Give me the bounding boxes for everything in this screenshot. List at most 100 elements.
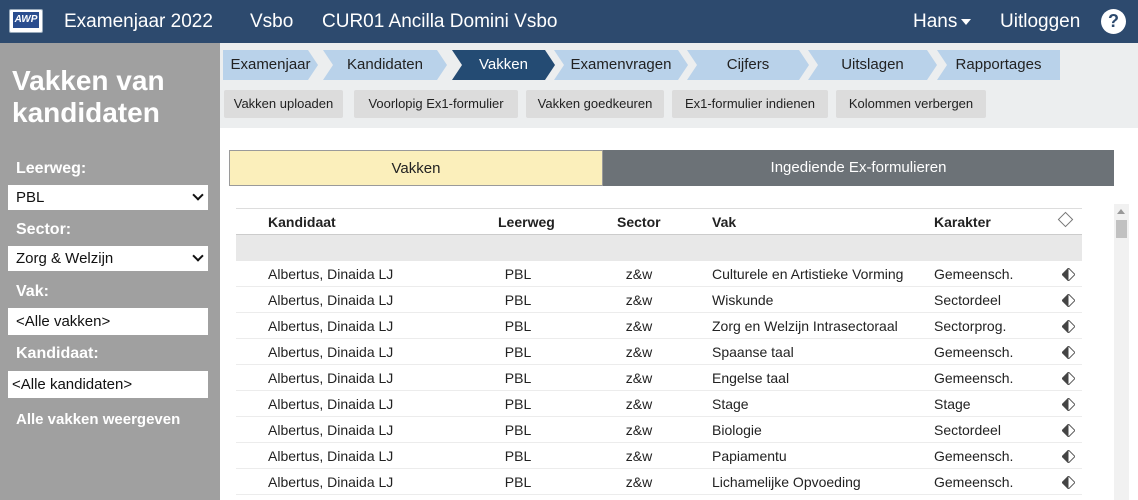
col-karakter[interactable]: Karakter <box>934 214 991 230</box>
leerweg-label: Leerweg: <box>16 160 87 177</box>
sidebar-title: Vakken van kandidaten <box>12 65 165 128</box>
kandidaat-field[interactable]: <Alle kandidaten> <box>8 371 208 398</box>
status-diamond-icon[interactable] <box>1062 398 1075 411</box>
top-navbar: AWP Examenjaar 2022 Vsbo CUR01 Ancilla D… <box>0 0 1138 43</box>
cell-kandidaat: Albertus, Dinaida LJ <box>268 318 394 334</box>
chevron-down-icon <box>961 18 972 25</box>
table-row[interactable]: Albertus, Dinaida LJ PBL z&w Lichamelijke O… <box>236 469 1082 495</box>
kandidaat-label: Kandidaat: <box>16 345 99 362</box>
status-diamond-icon[interactable] <box>1062 476 1075 489</box>
table-header: Kandidaat Leerweg Sector Vak Karakter <box>236 208 1082 235</box>
cell-sector: z&w <box>625 396 653 412</box>
cell-karakter: Gemeensch. <box>934 448 1014 464</box>
status-diamond-icon[interactable] <box>1062 320 1075 333</box>
action-button-4[interactable]: Ex1-formulier indienen <box>672 90 828 118</box>
step-tab-vakken[interactable]: Vakken <box>452 50 555 80</box>
table-row[interactable]: Albertus, Dinaida LJ PBL z&w Engelse taal Ge… <box>236 365 1082 391</box>
show-all-subjects-link[interactable]: Alle vakken weergeven <box>16 411 180 428</box>
col-vak[interactable]: Vak <box>712 214 736 230</box>
cell-kandidaat: Albertus, Dinaida LJ <box>268 344 394 360</box>
step-tab-examenjaar[interactable]: Examenjaar <box>223 50 318 80</box>
cell-leerweg: PBL <box>504 370 532 386</box>
cell-karakter: Sectordeel <box>934 422 1001 438</box>
cell-kandidaat: Albertus, Dinaida LJ <box>268 266 394 282</box>
cell-leerweg: PBL <box>504 318 532 334</box>
tab-ingediende-ex-formulieren[interactable]: Ingediende Ex-formulieren <box>603 150 1114 186</box>
cell-vak: Culturele en Artistieke Vorming <box>712 266 904 282</box>
awp-logo[interactable]: AWP <box>9 9 43 33</box>
cell-sector: z&w <box>625 422 653 438</box>
action-button-2[interactable]: Voorlopig Ex1-formulier <box>354 90 518 118</box>
status-diamond-icon[interactable] <box>1062 346 1075 359</box>
cell-karakter: Gemeensch. <box>934 474 1014 490</box>
sector-select[interactable]: Zorg & Welzijn <box>8 246 208 271</box>
table-row[interactable]: Albertus, Dinaida LJ PBL z&w Spaanse taal Ge… <box>236 339 1082 365</box>
filter-row[interactable] <box>236 235 1082 261</box>
table-row[interactable]: Albertus, Dinaida LJ PBL z&w Culturele en A… <box>236 261 1082 287</box>
table-row[interactable]: Albertus, Dinaida LJ PBL z&w Papiamentu Geme… <box>236 443 1082 469</box>
cell-kandidaat: Albertus, Dinaida LJ <box>268 448 394 464</box>
status-diamond-icon[interactable] <box>1062 372 1075 385</box>
status-diamond-icon[interactable] <box>1062 450 1075 463</box>
cell-vak: Spaanse taal <box>712 344 794 360</box>
status-diamond-icon[interactable] <box>1062 268 1075 281</box>
table-row[interactable]: Albertus, Dinaida LJ PBL z&w Zorg en Welzij… <box>236 313 1082 339</box>
logout-link[interactable]: Uitloggen <box>1000 11 1080 33</box>
school-menu[interactable]: CUR01 Ancilla Domini Vsbo <box>322 11 558 33</box>
cell-vak: Zorg en Welzijn Intrasectoraal <box>712 318 898 334</box>
cell-leerweg: PBL <box>504 448 532 464</box>
step-tab-rapportages[interactable]: Rapportages <box>937 50 1060 80</box>
step-tab-cijfers[interactable]: Cijfers <box>687 50 809 80</box>
status-diamond-icon[interactable] <box>1062 294 1075 307</box>
cell-leerweg: PBL <box>504 422 532 438</box>
scrollbar[interactable] <box>1114 204 1129 500</box>
cell-leerweg: PBL <box>504 396 532 412</box>
user-menu[interactable]: Hans <box>913 11 972 33</box>
tab-vakken[interactable]: Vakken <box>229 150 603 186</box>
cell-kandidaat: Albertus, Dinaida LJ <box>268 422 394 438</box>
cell-sector: z&w <box>625 448 653 464</box>
chevron-down-icon <box>192 250 204 262</box>
table-row[interactable]: Albertus, Dinaida LJ PBL z&w Biologie Sector… <box>236 417 1082 443</box>
cell-sector: z&w <box>625 370 653 386</box>
action-button-3[interactable]: Vakken goedkeuren <box>526 90 664 118</box>
vak-label: Vak: <box>16 283 49 300</box>
cell-kandidaat: Albertus, Dinaida LJ <box>268 474 394 490</box>
step-tab-kandidaten[interactable]: Kandidaten <box>323 50 447 80</box>
step-tab-uitslagen[interactable]: Uitslagen <box>808 50 937 80</box>
cell-karakter: Gemeensch. <box>934 370 1014 386</box>
cell-vak: Papiamentu <box>712 448 787 464</box>
cell-kandidaat: Albertus, Dinaida LJ <box>268 370 394 386</box>
cell-karakter: Stage <box>934 396 971 412</box>
col-sector[interactable]: Sector <box>617 214 661 230</box>
cell-leerweg: PBL <box>504 474 532 490</box>
cell-karakter: Gemeensch. <box>934 266 1014 282</box>
action-button-5[interactable]: Kolommen verbergen <box>836 90 986 118</box>
exam-year-menu[interactable]: Examenjaar 2022 <box>64 11 213 33</box>
col-leerweg[interactable]: Leerweg <box>498 214 555 230</box>
status-diamond-icon[interactable] <box>1062 424 1075 437</box>
scrollbar-thumb[interactable] <box>1116 220 1127 238</box>
cell-karakter: Sectordeel <box>934 292 1001 308</box>
step-tab-examenvragen[interactable]: Examenvragen <box>554 50 688 80</box>
logo-text: AWP <box>13 12 39 28</box>
cell-sector: z&w <box>625 344 653 360</box>
scroll-up-icon[interactable] <box>1117 209 1125 214</box>
step-tab-label: Kandidaten <box>347 56 423 73</box>
table-row[interactable]: Albertus, Dinaida LJ PBL z&w Wiskunde Sector… <box>236 287 1082 313</box>
vak-field[interactable]: <Alle vakken> <box>8 308 208 335</box>
table-row[interactable]: Albertus, Dinaida LJ PBL z&w Stage Stage <box>236 391 1082 417</box>
cell-karakter: Sectorprog. <box>934 318 1007 334</box>
col-kandidaat[interactable]: Kandidaat <box>268 214 336 230</box>
cell-vak: Stage <box>712 396 749 412</box>
leerweg-select[interactable]: PBL <box>8 185 208 210</box>
department-menu[interactable]: Vsbo <box>250 11 293 33</box>
sector-label: Sector: <box>16 221 72 238</box>
action-button-1[interactable]: Vakken uploaden <box>224 90 343 118</box>
cell-vak: Wiskunde <box>712 292 774 308</box>
help-icon[interactable]: ? <box>1101 9 1126 34</box>
step-tab-label: Examenvragen <box>570 56 672 73</box>
leerweg-value: PBL <box>16 189 45 206</box>
cell-leerweg: PBL <box>504 266 532 282</box>
step-tab-label: Uitslagen <box>841 56 904 73</box>
